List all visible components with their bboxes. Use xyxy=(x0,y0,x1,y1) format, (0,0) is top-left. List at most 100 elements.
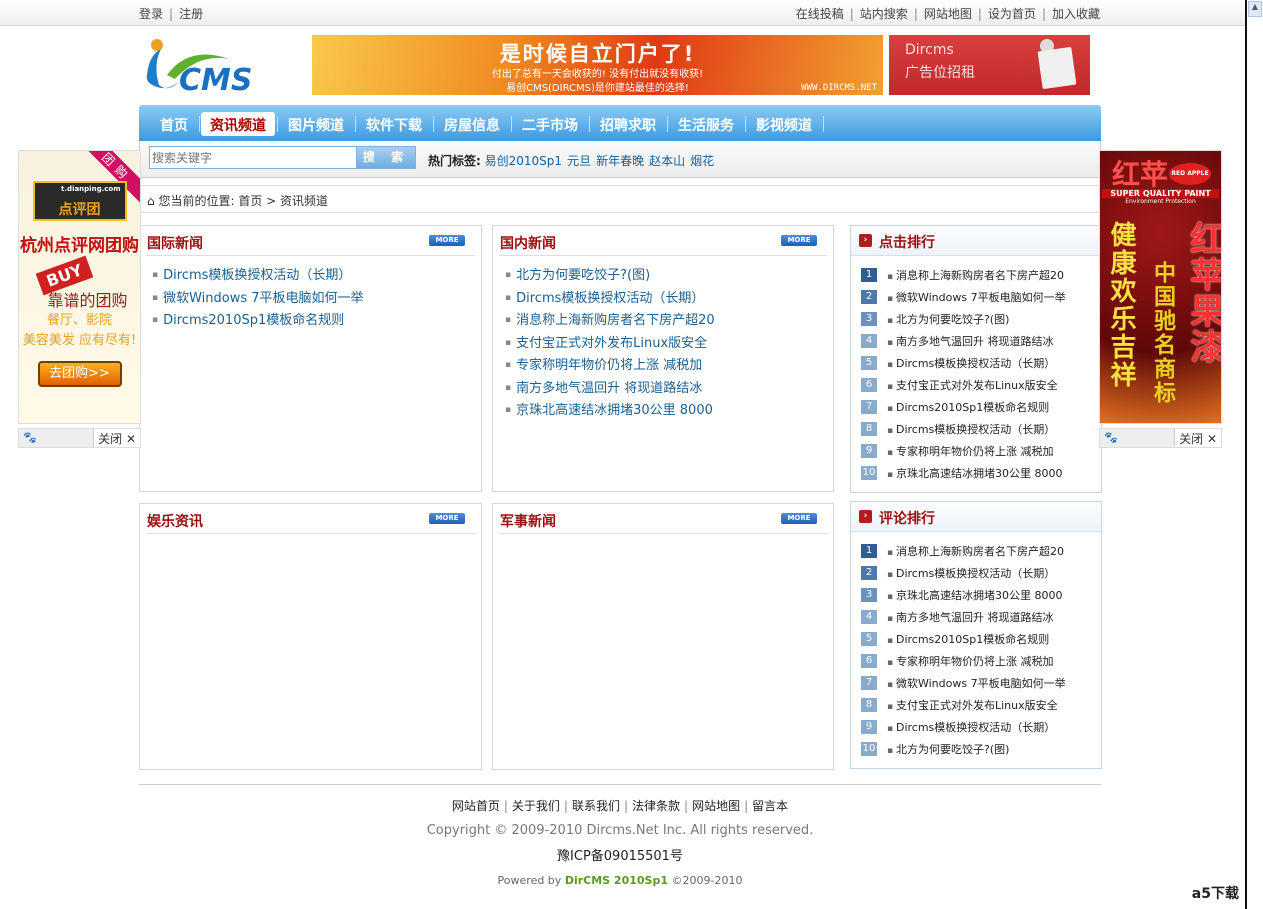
ranking-title[interactable]: 专家称明年物价仍将上涨 减税加 xyxy=(887,653,1054,669)
ranking-item[interactable]: 2 微软Windows 7平板电脑如何一举 xyxy=(861,286,1091,308)
news-item[interactable]: Dircms模板换授权活动（长期） xyxy=(152,264,469,287)
ranking-item[interactable]: 6 支付宝正式对外发布Linux版安全 xyxy=(861,374,1091,396)
ranking-title[interactable]: Dircms模板换授权活动（长期） xyxy=(887,355,1055,371)
left-ad-close-button[interactable]: 关闭 ✕ xyxy=(93,429,140,447)
top-link[interactable]: 设为首页 xyxy=(988,7,1036,21)
ranking-item[interactable]: 10 北方为何要吃饺子?(图) xyxy=(861,738,1091,760)
ranking-title[interactable]: 支付宝正式对外发布Linux版安全 xyxy=(887,377,1058,393)
nav-item[interactable]: 招聘求职 xyxy=(591,112,668,136)
top-link[interactable]: 加入收藏 xyxy=(1052,7,1100,21)
footer-link[interactable]: 网站首页 xyxy=(452,799,500,813)
news-item[interactable]: 支付宝正式对外发布Linux版安全 xyxy=(505,332,821,355)
ranking-title[interactable]: Dircms2010Sp1模板命名规则 xyxy=(887,399,1049,415)
ranking-title[interactable]: Dircms2010Sp1模板命名规则 xyxy=(887,631,1049,647)
ranking-title[interactable]: 北方为何要吃饺子?(图) xyxy=(887,311,1009,327)
ranking-title[interactable]: 消息称上海新购房者名下房产超20 xyxy=(887,543,1064,559)
right-ad-close-button[interactable]: 关闭 ✕ xyxy=(1174,429,1221,447)
more-button[interactable]: MORE xyxy=(429,235,465,246)
news-item[interactable]: Dircms模板换授权活动（长期） xyxy=(505,287,821,310)
ranking-item[interactable]: 1 消息称上海新购房者名下房产超20 xyxy=(861,264,1091,286)
scroll-up-icon[interactable]: ▲ xyxy=(1248,1,1262,17)
nav-item[interactable]: 生活服务 xyxy=(669,112,746,136)
ranking-item[interactable]: 7 Dircms2010Sp1模板命名规则 xyxy=(861,396,1091,418)
ranking-item[interactable]: 5 Dircms模板换授权活动（长期） xyxy=(861,352,1091,374)
left-float-ad[interactable]: 团购 t.dianping.com 点评团 杭州点评网团购 BUY 靠谱的团购 餐… xyxy=(18,150,141,424)
vertical-scrollbar[interactable]: ▲ xyxy=(1245,0,1263,909)
nav-item[interactable]: 首页 xyxy=(151,112,200,136)
news-item[interactable]: 消息称上海新购房者名下房产超20 xyxy=(505,309,821,332)
news-item[interactable]: 专家称明年物价仍将上涨 减税加 xyxy=(505,354,821,377)
ranking-item[interactable]: 7 微软Windows 7平板电脑如何一举 xyxy=(861,672,1091,694)
news-item[interactable]: 微软Windows 7平板电脑如何一举 xyxy=(152,287,469,310)
top-link[interactable]: 站内搜索 xyxy=(860,7,908,21)
breadcrumb-home[interactable]: 首页 xyxy=(238,194,262,208)
ranking-item[interactable]: 2 Dircms模板换授权活动（长期） xyxy=(861,562,1091,584)
search-button[interactable]: 搜 索 xyxy=(356,146,416,169)
group-buy-button[interactable]: 去团购>> xyxy=(37,361,122,387)
ranking-item[interactable]: 10 京珠北高速结冰拥堵30公里 8000 xyxy=(861,462,1091,484)
ranking-title[interactable]: 消息称上海新购房者名下房产超20 xyxy=(887,267,1064,283)
ranking-title[interactable]: 京珠北高速结冰拥堵30公里 8000 xyxy=(887,465,1063,481)
more-button[interactable]: MORE xyxy=(781,513,817,524)
ranking-item[interactable]: 8 Dircms模板换授权活动（长期） xyxy=(861,418,1091,440)
news-item[interactable]: 北方为何要吃饺子?(图) xyxy=(505,264,821,287)
ranking-title[interactable]: Dircms模板换授权活动（长期） xyxy=(887,565,1055,581)
ranking-item[interactable]: 4 南方多地气温回升 将现道路结冰 xyxy=(861,330,1091,352)
news-item[interactable]: Dircms2010Sp1模板命名规则 xyxy=(152,309,469,332)
footer-link[interactable]: 网站地图 xyxy=(692,799,740,813)
top-bar: 登录 | 注册 在线投稿 | 站内搜索 | 网站地图 | 设为首页 | 加入收藏 xyxy=(0,0,1245,26)
top-link[interactable]: 在线投稿 xyxy=(796,7,844,21)
nav-item[interactable]: 房屋信息 xyxy=(435,112,512,136)
ranking-item[interactable]: 9 专家称明年物价仍将上涨 减税加 xyxy=(861,440,1091,462)
more-button[interactable]: MORE xyxy=(781,235,817,246)
rank-number: 9 xyxy=(861,444,877,458)
ranking-title[interactable]: 京珠北高速结冰拥堵30公里 8000 xyxy=(887,587,1063,603)
ranking-item[interactable]: 5 Dircms2010Sp1模板命名规则 xyxy=(861,628,1091,650)
search-input[interactable] xyxy=(149,146,357,169)
ranking-item[interactable]: 3 京珠北高速结冰拥堵30公里 8000 xyxy=(861,584,1091,606)
news-item[interactable]: 京珠北高速结冰拥堵30公里 8000 xyxy=(505,399,821,422)
register-link[interactable]: 注册 xyxy=(179,7,203,21)
hot-tag[interactable]: 新年春晚 xyxy=(596,154,644,168)
nav-item[interactable]: 资讯频道 xyxy=(201,112,278,136)
ranking-title[interactable]: 微软Windows 7平板电脑如何一举 xyxy=(887,289,1066,305)
hot-tag[interactable]: 烟花 xyxy=(690,154,714,168)
ranking-item[interactable]: 8 支付宝正式对外发布Linux版安全 xyxy=(861,694,1091,716)
ranking-title[interactable]: 微软Windows 7平板电脑如何一举 xyxy=(887,675,1066,691)
footer-link[interactable]: 法律条款 xyxy=(632,799,680,813)
ranking-item[interactable]: 9 Dircms模板换授权活动（长期） xyxy=(861,716,1091,738)
site-logo[interactable]: CMS xyxy=(139,35,307,97)
rank-number: 5 xyxy=(861,632,877,646)
nav-item[interactable]: 图片频道 xyxy=(279,112,356,136)
footer-link[interactable]: 留言本 xyxy=(752,799,788,813)
ranking-title[interactable]: Dircms模板换授权活动（长期） xyxy=(887,719,1055,735)
breadcrumb-current[interactable]: 资讯频道 xyxy=(280,194,328,208)
footer-link[interactable]: 联系我们 xyxy=(572,799,620,813)
ranking-item[interactable]: 3 北方为何要吃饺子?(图) xyxy=(861,308,1091,330)
ranking-item[interactable]: 1 消息称上海新购房者名下房产超20 xyxy=(861,540,1091,562)
icp-link[interactable]: 豫ICP备09015501号 xyxy=(139,845,1101,864)
more-button[interactable]: MORE xyxy=(429,513,465,524)
ranking-title[interactable]: 南方多地气温回升 将现道路结冰 xyxy=(887,333,1054,349)
nav-item[interactable]: 软件下载 xyxy=(357,112,434,136)
box-header: 军事新闻 MORE xyxy=(499,504,827,534)
hot-tag[interactable]: 赵本山 xyxy=(649,154,685,168)
nav-item[interactable]: 影视频道 xyxy=(747,112,824,136)
top-link[interactable]: 网站地图 xyxy=(924,7,972,21)
header-banner[interactable]: 是时候自立门户了! 付出了总有一天会收获的! 没有付出就没有收获! 易创CMS(… xyxy=(312,35,883,95)
ranking-item[interactable]: 6 专家称明年物价仍将上涨 减税加 xyxy=(861,650,1091,672)
login-link[interactable]: 登录 xyxy=(139,7,163,21)
hot-tag[interactable]: 易创2010Sp1 xyxy=(485,154,562,168)
ranking-item[interactable]: 4 南方多地气温回升 将现道路结冰 xyxy=(861,606,1091,628)
nav-item[interactable]: 二手市场 xyxy=(513,112,590,136)
ranking-title[interactable]: Dircms模板换授权活动（长期） xyxy=(887,421,1055,437)
ranking-title[interactable]: 北方为何要吃饺子?(图) xyxy=(887,741,1009,757)
ranking-title[interactable]: 支付宝正式对外发布Linux版安全 xyxy=(887,697,1058,713)
ad-space-banner[interactable]: Dircms 广告位招租 xyxy=(889,35,1090,95)
hot-tag[interactable]: 元旦 xyxy=(567,154,591,168)
right-float-ad[interactable]: 红苹 RED APPLE SUPER QUALITY PAINT Environm… xyxy=(1099,150,1222,424)
ranking-title[interactable]: 专家称明年物价仍将上涨 减税加 xyxy=(887,443,1054,459)
ranking-title[interactable]: 南方多地气温回升 将现道路结冰 xyxy=(887,609,1054,625)
footer-link[interactable]: 关于我们 xyxy=(512,799,560,813)
news-item[interactable]: 南方多地气温回升 将现道路结冰 xyxy=(505,377,821,400)
